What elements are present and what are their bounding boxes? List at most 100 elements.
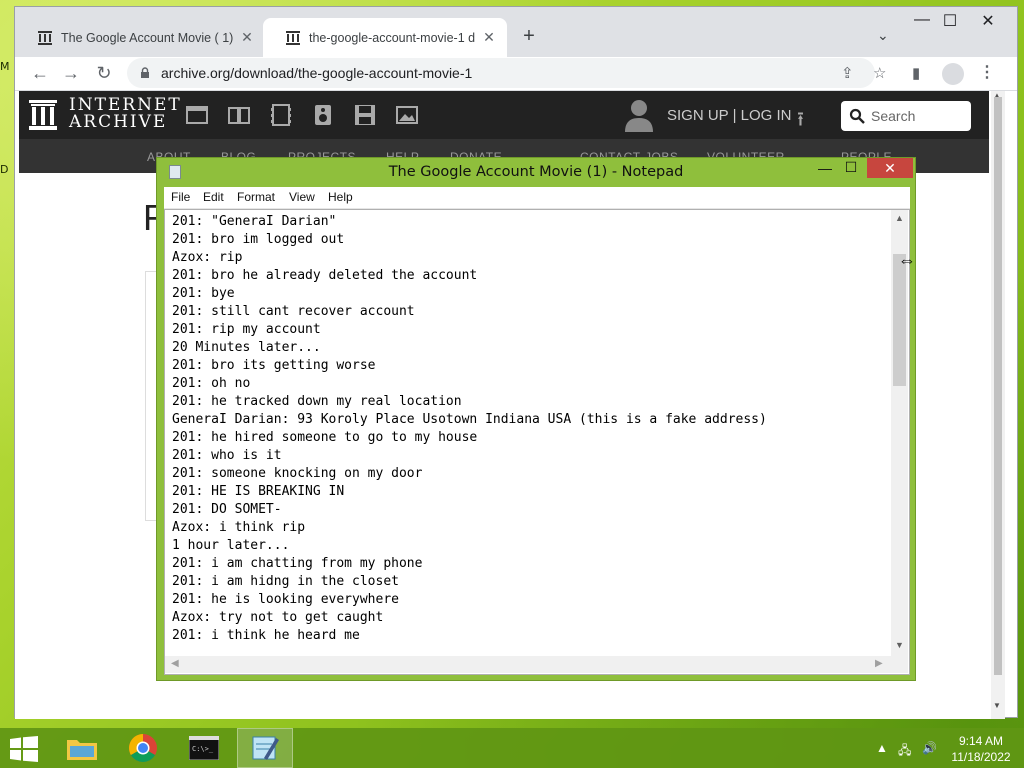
tab-strip: The Google Account Movie ( 1) : I ✕ the-… (15, 7, 1017, 57)
text-line: Azox: try not to get caught (172, 610, 384, 625)
url-text: archive.org/download/the-google-account-… (161, 65, 473, 81)
forward-button[interactable]: → (60, 63, 82, 84)
upload-icon[interactable]: ⭱ (797, 105, 804, 139)
search-input[interactable]: Search (841, 101, 971, 131)
bookmark-star-icon[interactable]: ☆ (873, 64, 886, 82)
software-floppy-icon[interactable] (353, 103, 377, 127)
text-line: 201: he hired someone to go to my house (172, 430, 478, 445)
internet-archive-favicon-icon (286, 30, 300, 45)
menu-edit[interactable]: Edit (203, 190, 224, 204)
scroll-right-arrow-icon[interactable]: ▶ (875, 658, 883, 669)
notepad-minimize-button[interactable]: — (815, 160, 835, 176)
ia-logo-line2: ARCHIVE (69, 112, 168, 132)
notepad-text-area[interactable]: 201: "GeneraI Darian" 201: bro im logged … (164, 209, 910, 675)
menu-view[interactable]: View (289, 190, 315, 204)
browser-menu-icon[interactable]: ⋮ (979, 62, 995, 82)
notepad-vertical-scrollbar[interactable]: ▲ ▼ (891, 210, 908, 656)
close-button[interactable]: ✕ (973, 11, 1003, 31)
web-icon[interactable] (185, 103, 209, 127)
text-line: 201: i am hidng in the closet (172, 574, 399, 589)
scroll-down-arrow-icon[interactable]: ▼ (895, 640, 904, 650)
notepad-close-button[interactable]: ✕ (867, 158, 913, 178)
chrome-taskbar-button[interactable] (115, 728, 171, 768)
notepad-title: The Google Account Movie (1) - Notepad (388, 164, 684, 180)
tab-search-button[interactable]: ⌄ (877, 27, 889, 44)
text-line: 201: HE IS BREAKING IN (172, 484, 345, 499)
text-line: 201: bro he already deleted the account (172, 268, 478, 283)
ia-logo-text[interactable]: INTERNET ARCHIVE (69, 97, 182, 131)
folder-icon (67, 740, 97, 760)
svg-text:C:\>_: C:\>_ (192, 745, 214, 753)
notepad-title-bar[interactable]: The Google Account Movie (1) - Notepad —… (157, 158, 915, 186)
minimize-button[interactable]: — (907, 11, 937, 29)
chrome-icon (129, 734, 157, 762)
text-line: 201: bye (172, 286, 235, 301)
tab-movie-directory[interactable]: the-google-account-movie-1 dir ✕ (263, 18, 507, 57)
command-prompt-taskbar-button[interactable]: C:\>_ (176, 728, 232, 768)
taskbar: C:\>_ ▲ 🖧 🔊 9:14 AM 11/18/2022 (0, 728, 1024, 768)
tab-title: the-google-account-movie-1 dir (309, 30, 475, 45)
text-line: 201: oh no (172, 376, 251, 391)
clock-date: 11/18/2022 (951, 750, 1011, 764)
system-clock[interactable]: 9:14 AM 11/18/2022 (948, 733, 1014, 765)
texts-book-icon[interactable] (227, 103, 251, 127)
volume-icon[interactable]: 🔊 (922, 741, 937, 755)
notepad-text-content[interactable]: 201: "GeneraI Darian" 201: bro im logged … (172, 213, 887, 653)
tab-google-account-movie[interactable]: The Google Account Movie ( 1) : I ✕ (15, 18, 265, 57)
sign-up-login-link[interactable]: SIGN UP | LOG IN (667, 107, 791, 124)
notepad-horizontal-scrollbar[interactable]: ◀ ▶ (165, 656, 891, 673)
new-tab-button[interactable]: + (518, 25, 540, 48)
page-scrollbar[interactable]: ▲ ▼ (991, 91, 1005, 719)
reload-button[interactable]: ↻ (93, 63, 115, 84)
address-bar[interactable]: archive.org/download/the-google-account-… (127, 58, 875, 88)
user-icon[interactable] (624, 98, 654, 132)
desktop-icon-label-fragment: M (0, 60, 10, 73)
tab-title: The Google Account Movie ( 1) : I (61, 30, 233, 45)
share-icon[interactable]: ⇪ (841, 64, 854, 82)
notepad-maximize-button[interactable]: ☐ (841, 159, 861, 176)
text-line: 201: rip my account (172, 322, 321, 337)
resize-grip[interactable] (891, 656, 908, 673)
file-explorer-taskbar-button[interactable] (54, 728, 110, 768)
desktop-icon-label-fragment: D (0, 163, 9, 176)
video-film-icon[interactable] (269, 103, 293, 127)
audio-speaker-icon[interactable] (311, 103, 335, 127)
menu-format[interactable]: Format (237, 190, 275, 204)
internet-archive-logo-icon[interactable] (29, 99, 57, 131)
menu-help[interactable]: Help (328, 190, 353, 204)
text-line: 201: DO SOMET- (172, 502, 282, 517)
text-line: 201: "GeneraI Darian" (172, 214, 337, 229)
windows-start-icon[interactable] (10, 736, 38, 762)
scrollbar-thumb[interactable] (994, 97, 1002, 675)
back-button[interactable]: ← (29, 63, 51, 84)
scroll-left-arrow-icon[interactable]: ◀ (171, 658, 179, 669)
tab-close-icon[interactable]: ✕ (239, 29, 255, 46)
notepad-window: The Google Account Movie (1) - Notepad —… (156, 157, 916, 681)
show-hidden-icons-button[interactable]: ▲ (876, 741, 888, 755)
resize-cursor-icon: ⇔ (898, 250, 916, 270)
profile-avatar-icon[interactable] (942, 63, 964, 85)
menu-file[interactable]: File (171, 190, 190, 204)
scrollbar-thumb[interactable] (893, 254, 906, 386)
network-icon[interactable]: 🖧 (898, 741, 911, 762)
text-line: 20 Minutes later... (172, 340, 321, 355)
text-line: 201: he tracked down my real location (172, 394, 462, 409)
clock-time: 9:14 AM (958, 734, 1004, 748)
ia-header: INTERNET ARCHIVE SIGN UP | LOG IN ⭱ Sear… (19, 91, 989, 139)
text-line: 201: still cant recover account (172, 304, 415, 319)
command-prompt-icon: C:\>_ (189, 736, 219, 760)
browser-toolbar: ← → ↻ archive.org/download/the-google-ac… (15, 57, 1017, 91)
tab-close-icon[interactable]: ✕ (481, 29, 497, 46)
notepad-menu-bar: File Edit Format View Help (164, 187, 910, 209)
scroll-down-arrow-icon[interactable]: ▼ (993, 701, 1001, 710)
text-line: Azox: i think rip (172, 520, 306, 535)
side-panel-icon[interactable]: ▮ (912, 64, 920, 82)
text-line: 201: bro its getting worse (172, 358, 376, 373)
text-line: 201: someone knocking on my door (172, 466, 423, 481)
internet-archive-favicon-icon (38, 30, 52, 45)
notepad-taskbar-button[interactable] (237, 728, 293, 768)
scroll-up-arrow-icon[interactable]: ▲ (895, 213, 904, 223)
text-line: 201: who is it (172, 448, 282, 463)
maximize-button[interactable]: ☐ (935, 11, 965, 31)
images-icon[interactable] (395, 103, 419, 127)
